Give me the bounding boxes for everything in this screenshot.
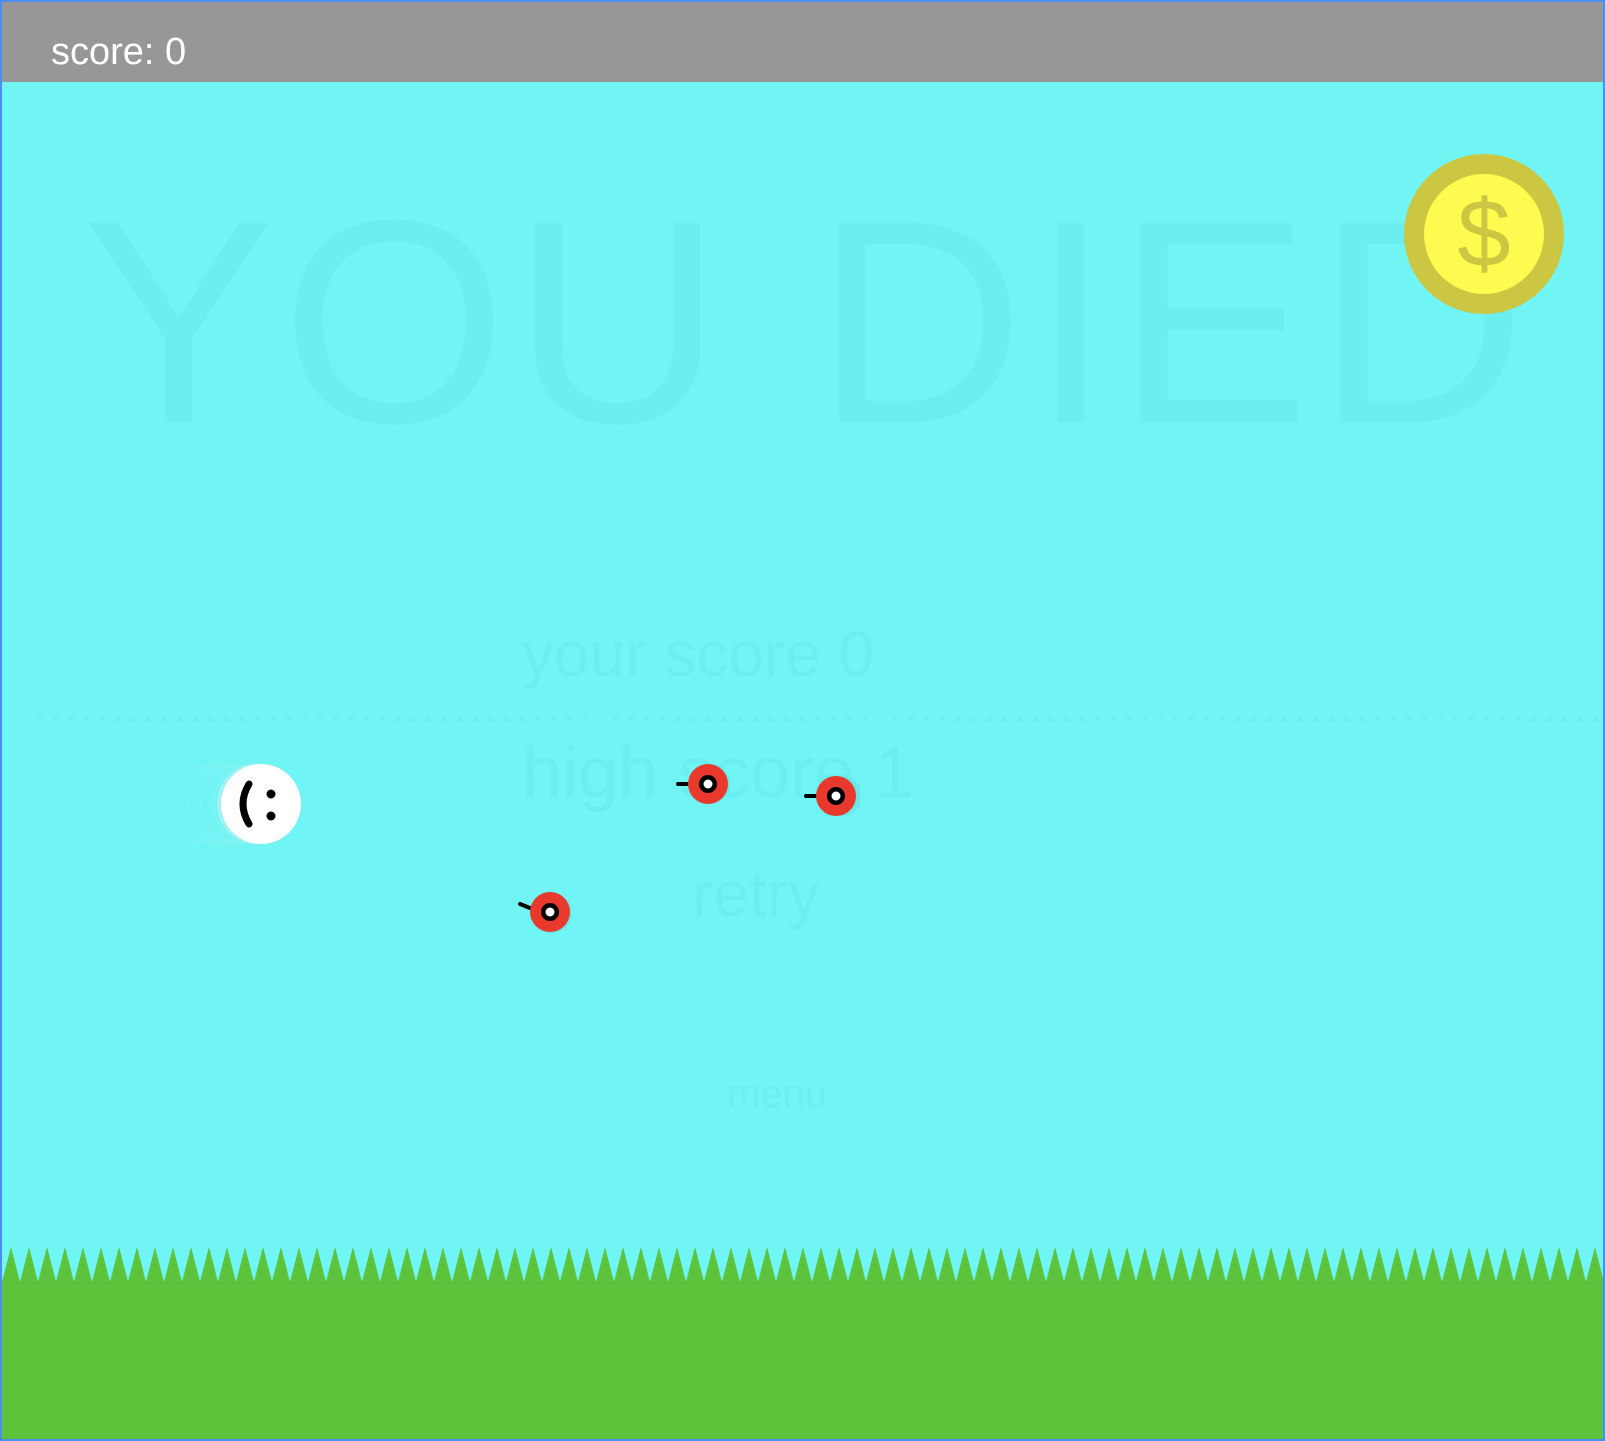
red-eyeball-enemy-icon — [518, 892, 572, 933]
red-eyeball-enemy-icon — [676, 764, 730, 804]
score-label: score: 0 — [51, 31, 187, 73]
game-canvas[interactable]: score: 0 YOU DIED your score 0 .........… — [0, 0, 1605, 1441]
grass-spikes — [2, 1247, 1603, 1282]
dollar-sign-icon: $ — [1457, 180, 1511, 287]
red-eyeball-enemy-icon — [804, 776, 860, 816]
smiley-face-icon — [239, 780, 276, 828]
sky-background — [2, 82, 1603, 1259]
score-bar: score: 0 — [2, 2, 1603, 82]
dollar-coin-icon[interactable]: $ — [1404, 154, 1564, 314]
coin-face: $ — [1424, 174, 1544, 294]
smiley-ball-icon — [221, 764, 301, 844]
grass-ground — [2, 1247, 1603, 1439]
